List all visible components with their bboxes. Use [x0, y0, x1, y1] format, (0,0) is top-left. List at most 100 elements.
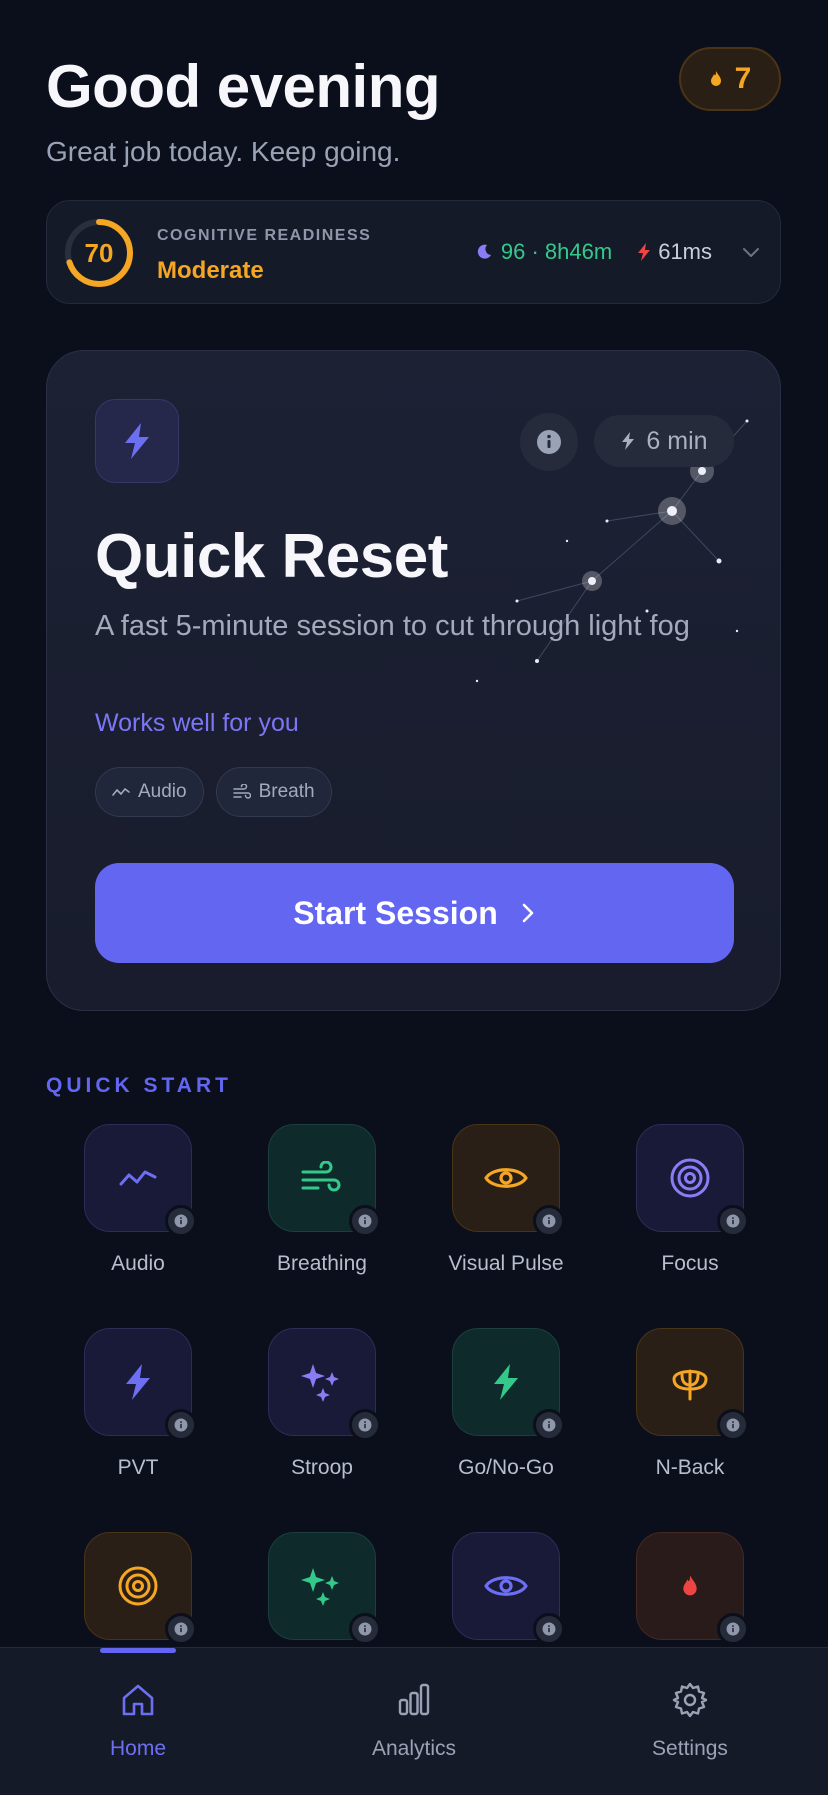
quick-start-title: QUICK START: [46, 1074, 232, 1097]
eye-icon: [483, 1163, 529, 1193]
tile-icon-box[interactable]: [268, 1532, 381, 1645]
streak-count: 7: [734, 62, 752, 95]
quick-start-tile[interactable]: Focus: [610, 1124, 770, 1276]
nav-analytics-label: Analytics: [371, 1737, 457, 1760]
quick-start-tile[interactable]: Stroop: [242, 1328, 402, 1480]
quick-start-tile[interactable]: [58, 1532, 218, 1660]
tile-icon-box[interactable]: [452, 1328, 565, 1441]
session-info-button[interactable]: [520, 413, 578, 471]
info-icon[interactable]: [717, 1409, 749, 1441]
tile-icon-box[interactable]: [84, 1532, 197, 1645]
target-icon: [668, 1156, 712, 1200]
streak-badge[interactable]: 7: [679, 47, 781, 111]
duration-value: 6 min: [646, 426, 708, 455]
start-session-button[interactable]: Start Session: [95, 863, 734, 963]
info-icon[interactable]: [165, 1613, 197, 1645]
eye-icon: [483, 1571, 529, 1601]
home-icon: [122, 1684, 154, 1716]
tile-icon-box[interactable]: [452, 1124, 565, 1237]
bolt-icon: [638, 243, 651, 261]
sleep-value: 96 · 8h46m: [500, 239, 613, 264]
tile-icon-box[interactable]: [84, 1124, 197, 1237]
info-icon[interactable]: [165, 1205, 197, 1237]
info-icon[interactable]: [349, 1409, 381, 1441]
bolt-icon: [622, 432, 635, 450]
start-session-label: Start Session: [293, 894, 498, 931]
tile-icon-box[interactable]: [636, 1328, 749, 1441]
info-icon[interactable]: [717, 1205, 749, 1237]
bolt-icon: [125, 423, 149, 459]
reaction-value: 61ms: [658, 239, 712, 264]
tile-label: PVT: [117, 1456, 159, 1479]
tile-label: N-Back: [655, 1456, 725, 1479]
info-icon[interactable]: [533, 1409, 565, 1441]
moon-icon: [477, 244, 491, 259]
greeting-subtitle: Great job today. Keep going.: [46, 136, 401, 167]
info-icon[interactable]: [165, 1409, 197, 1441]
session-card[interactable]: 6 min Quick Reset A fast 5-minute sessio…: [46, 350, 781, 1011]
target-icon: [116, 1564, 160, 1608]
info-icon[interactable]: [717, 1613, 749, 1645]
info-icon[interactable]: [533, 1613, 565, 1645]
wind-icon: [232, 784, 251, 799]
readiness-card[interactable]: 70 COGNITIVE READINESS Moderate 96 · 8h4…: [46, 200, 781, 304]
nav-active-indicator: [100, 1648, 176, 1653]
quick-start-tile[interactable]: Go/No-Go: [426, 1328, 586, 1480]
brain-icon: [670, 1363, 710, 1401]
chevron-right-icon: [522, 903, 534, 923]
tile-label: Audio: [111, 1252, 165, 1275]
session-tags: Audio Breath: [95, 767, 332, 817]
tag-label: Breath: [258, 781, 315, 802]
tile-icon-box[interactable]: [268, 1328, 381, 1441]
tile-icon-box[interactable]: [452, 1532, 565, 1645]
readiness-label: COGNITIVE READINESS: [157, 227, 372, 244]
readiness-level: Moderate: [157, 257, 264, 284]
quick-start-tile[interactable]: Visual Pulse: [426, 1124, 586, 1276]
session-icon: [95, 399, 179, 483]
session-title: Quick Reset: [95, 522, 448, 591]
quick-start-tile[interactable]: N-Back: [610, 1328, 770, 1480]
nav-home-label: Home: [109, 1737, 167, 1760]
quick-start-tile[interactable]: [242, 1532, 402, 1660]
bolt-icon: [490, 1362, 522, 1402]
reaction-stat: 61ms: [636, 239, 712, 265]
wind-icon: [300, 1161, 344, 1195]
info-icon[interactable]: [533, 1205, 565, 1237]
quick-start-tile[interactable]: [610, 1532, 770, 1660]
session-note: Works well for you: [95, 709, 299, 737]
sleep-stat: 96 · 8h46m: [475, 239, 612, 265]
tile-label: Visual Pulse: [448, 1252, 564, 1275]
bar-chart-icon: [398, 1683, 430, 1716]
tile-icon-box[interactable]: [636, 1124, 749, 1237]
tag-audio: Audio: [95, 767, 204, 817]
info-icon: [537, 430, 561, 454]
quick-start-tile[interactable]: [426, 1532, 586, 1660]
bottom-nav: Home Analytics Settings: [0, 1647, 828, 1795]
tile-icon-box[interactable]: [636, 1532, 749, 1645]
gear-icon: [672, 1682, 708, 1718]
session-description: A fast 5-minute session to cut through l…: [95, 610, 690, 642]
nav-settings-label: Settings: [652, 1737, 728, 1760]
quick-start-tile[interactable]: Breathing: [242, 1124, 402, 1276]
nav-settings[interactable]: Settings: [610, 1680, 770, 1761]
flame-icon: [710, 71, 721, 86]
info-icon[interactable]: [349, 1205, 381, 1237]
wave-icon: [118, 1165, 158, 1191]
nav-analytics[interactable]: Analytics: [334, 1680, 494, 1761]
tile-label: Breathing: [277, 1252, 367, 1275]
bolt-icon: [122, 1362, 154, 1402]
info-icon[interactable]: [349, 1613, 381, 1645]
tag-breath: Breath: [215, 767, 332, 817]
sparkle-icon: [299, 1564, 345, 1608]
quick-start-tile[interactable]: Audio: [58, 1124, 218, 1276]
nav-home[interactable]: Home: [58, 1680, 218, 1761]
quick-start-tile[interactable]: PVT: [58, 1328, 218, 1480]
tile-label: Stroop: [291, 1456, 353, 1479]
flame-icon: [680, 1574, 700, 1598]
tag-label: Audio: [138, 781, 187, 802]
tile-icon-box[interactable]: [268, 1124, 381, 1237]
duration-badge: 6 min: [594, 415, 734, 467]
wave-icon: [112, 788, 130, 796]
tile-icon-box[interactable]: [84, 1328, 197, 1441]
chevron-down-icon[interactable]: [740, 241, 762, 263]
